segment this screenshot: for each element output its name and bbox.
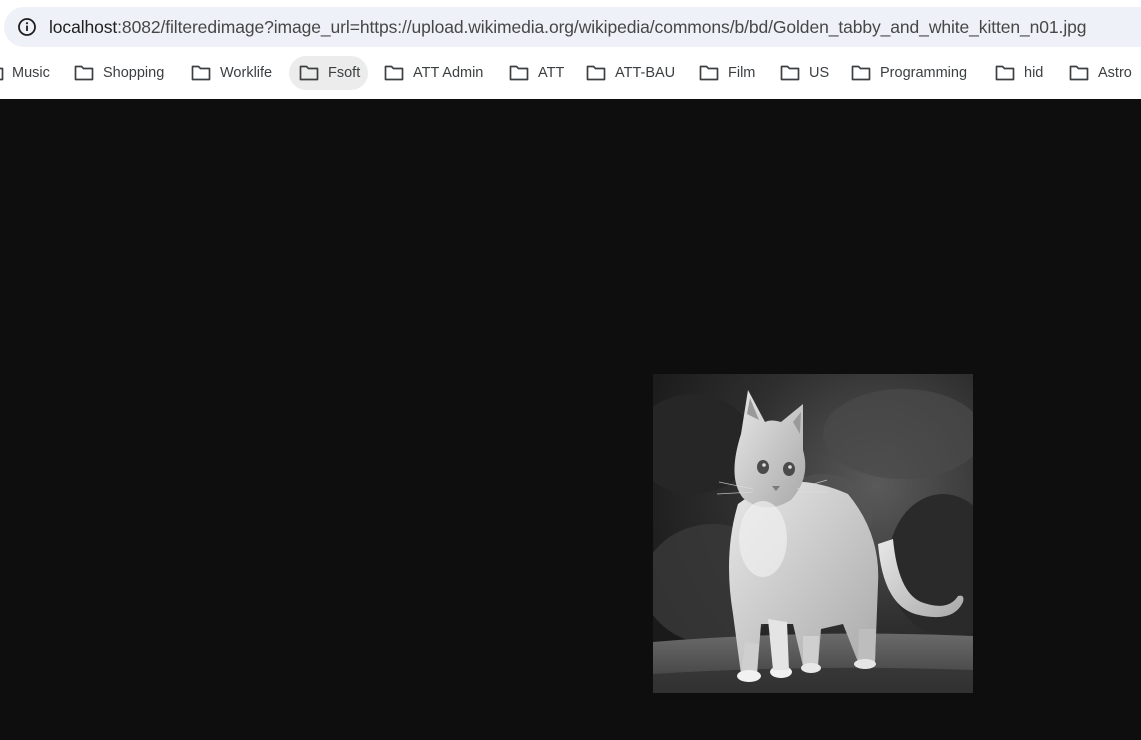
folder-icon — [0, 64, 4, 82]
bookmark-label: ATT Admin — [413, 65, 484, 81]
folder-icon — [299, 64, 319, 82]
bookmark-label: hid — [1024, 65, 1044, 81]
folder-icon — [995, 64, 1015, 82]
folder-icon — [509, 64, 529, 82]
bookmark-hid[interactable]: hid — [995, 56, 1043, 90]
bookmark-fsoft[interactable]: Fsoft — [289, 56, 369, 90]
folder-icon — [74, 64, 94, 82]
bookmark-music[interactable]: Music — [0, 56, 50, 90]
url-rest: :8082/filteredimage?image_url=https://up… — [117, 17, 1087, 37]
bookmark-label: Shopping — [103, 65, 165, 81]
folder-icon — [191, 64, 211, 82]
bookmark-att-bau[interactable]: ATT-BAU — [586, 56, 675, 90]
bookmarks-bar: Music Shopping Worklife Fsoft ATT Admin … — [0, 56, 1141, 90]
bookmark-label: Astro — [1098, 65, 1132, 81]
bookmark-programming[interactable]: Programming — [851, 56, 967, 90]
page-viewport — [0, 99, 1141, 740]
browser-chrome: localhost:8082/filteredimage?image_url=h… — [0, 0, 1141, 99]
bookmark-label: Fsoft — [328, 65, 361, 81]
bookmark-label: Music — [12, 65, 50, 81]
bookmark-att-admin[interactable]: ATT Admin — [384, 56, 483, 90]
folder-icon — [699, 64, 719, 82]
bookmark-film[interactable]: Film — [699, 56, 755, 90]
folder-icon — [586, 64, 606, 82]
bookmark-label: ATT-BAU — [615, 65, 676, 81]
folder-icon — [384, 64, 404, 82]
bookmark-worklife[interactable]: Worklife — [191, 56, 272, 90]
bookmark-astro[interactable]: Astro — [1069, 56, 1132, 90]
folder-icon — [1069, 64, 1089, 82]
info-icon[interactable] — [17, 17, 37, 37]
bookmark-label: US — [809, 65, 830, 81]
bookmark-att[interactable]: ATT — [509, 56, 564, 90]
bookmark-label: ATT — [538, 65, 565, 81]
folder-icon — [851, 64, 871, 82]
bookmark-label: Film — [728, 65, 756, 81]
bookmark-us[interactable]: US — [780, 56, 829, 90]
bookmark-label: Programming — [880, 65, 968, 81]
url-text[interactable]: localhost:8082/filteredimage?image_url=h… — [49, 16, 1086, 38]
url-host: localhost — [49, 17, 118, 37]
bookmark-shopping[interactable]: Shopping — [74, 56, 164, 90]
address-bar[interactable]: localhost:8082/filteredimage?image_url=h… — [4, 7, 1141, 47]
bookmark-label: Worklife — [220, 65, 273, 81]
kitten-photo — [653, 374, 973, 693]
folder-icon — [780, 64, 800, 82]
